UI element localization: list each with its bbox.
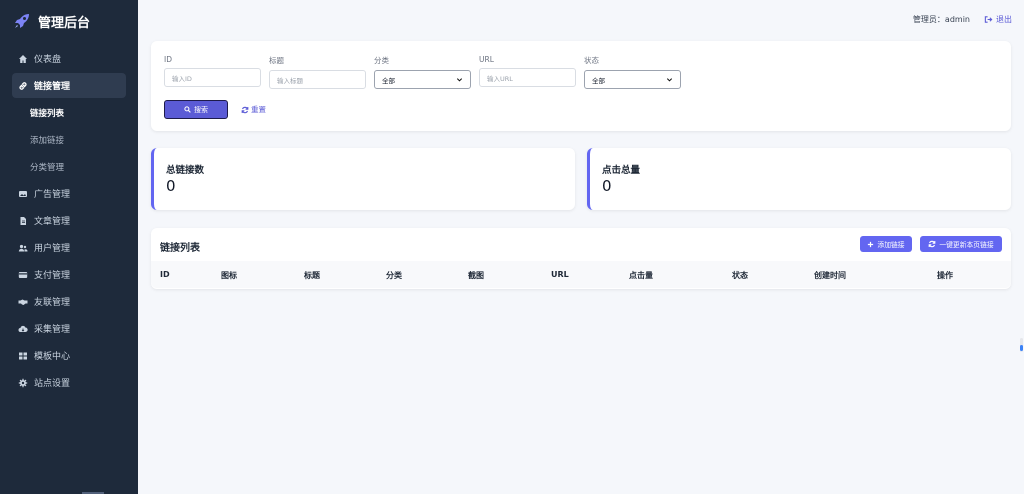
link-list-panel: 链接列表 添加链接 一键更新本页链接 ID 图标 标题 分类 截图 URL 点击… xyxy=(151,228,1011,289)
home-icon xyxy=(18,54,28,64)
sidebar-item-label: 支付管理 xyxy=(34,271,71,281)
column-header: ID xyxy=(160,270,170,279)
sidebar-item-friend-links[interactable]: 友联管理 xyxy=(12,289,126,314)
id-input[interactable]: 输入ID xyxy=(164,68,261,87)
category-select-value: 全部 xyxy=(382,76,395,85)
plus-icon xyxy=(868,241,874,247)
sidebar-item-articles[interactable]: 文章管理 xyxy=(12,208,126,233)
sidebar-item-site-settings[interactable]: 站点设置 xyxy=(12,370,126,395)
sidebar-item-dashboard[interactable]: 仪表盘 xyxy=(12,46,126,71)
logout-icon xyxy=(984,15,993,23)
column-header: 分类 xyxy=(386,271,402,280)
sidebar-item-users[interactable]: 用户管理 xyxy=(12,235,126,260)
column-header: 图标 xyxy=(221,271,237,280)
sidebar-item-label: 仪表盘 xyxy=(34,55,62,65)
gear-icon xyxy=(18,378,28,388)
brand-title: 管理后台 xyxy=(38,15,91,31)
sidebar-item-label: 站点设置 xyxy=(34,379,71,389)
admin-label: 管理员：admin xyxy=(912,14,970,24)
table-header: ID 图标 标题 分类 截图 URL 点击量 状态 创建时间 操作 xyxy=(151,261,1011,288)
category-filter-label: 分类 xyxy=(374,56,389,65)
users-icon xyxy=(18,243,28,253)
topbar: 管理员：admin 退出 xyxy=(138,0,1024,38)
status-filter: 状态 全部 xyxy=(584,55,681,89)
sidebar-subitem-add-link[interactable]: 添加链接 xyxy=(0,127,138,152)
status-select-value: 全部 xyxy=(592,76,605,85)
sidebar-item-ads[interactable]: 广告管理 xyxy=(12,181,126,206)
chevron-down-icon xyxy=(456,78,463,82)
url-input[interactable]: 输入URL xyxy=(479,68,576,87)
column-header: 操作 xyxy=(937,271,953,280)
sidebar-item-label: 模板中心 xyxy=(34,352,71,362)
sidebar-item-label: 文章管理 xyxy=(34,217,71,227)
column-header: 状态 xyxy=(732,271,748,280)
title-filter: 标题 输入标题 xyxy=(269,55,366,89)
id-filter-label: ID xyxy=(164,55,172,64)
link-icon xyxy=(18,81,28,91)
refresh-icon xyxy=(241,106,249,113)
stat-value: 0 xyxy=(166,177,176,195)
add-link-button[interactable]: 添加链接 xyxy=(860,236,912,252)
refresh-icon xyxy=(928,240,936,248)
scroll-indicator[interactable] xyxy=(1020,338,1023,352)
sidebar-item-label: 广告管理 xyxy=(34,190,71,200)
sidebar-nav: 仪表盘 链接管理 链接列表 添加链接 分类管理 广告管理 文章管理 用户管理 支… xyxy=(0,46,138,395)
column-header: 创建时间 xyxy=(814,271,846,280)
stat-card-total-links: 总链接数 0 xyxy=(151,148,575,210)
sidebar-subitem-link-list[interactable]: 链接列表 xyxy=(0,100,138,125)
logout-button[interactable]: 退出 xyxy=(984,14,1012,25)
sidebar-item-label: 用户管理 xyxy=(34,244,71,254)
sidebar-item-payments[interactable]: 支付管理 xyxy=(12,262,126,287)
search-icon xyxy=(184,106,191,113)
main-content: 管理员：admin 退出 ID 输入ID 标题 输入标题 分类 全部 URL 输… xyxy=(138,0,1024,494)
list-title: 链接列表 xyxy=(160,243,200,254)
credit-card-icon xyxy=(18,270,28,280)
title-input[interactable]: 输入标题 xyxy=(269,70,366,89)
column-header: 截图 xyxy=(468,271,484,280)
handshake-icon xyxy=(18,297,28,307)
search-button-label: 搜索 xyxy=(194,105,208,114)
title-filter-label: 标题 xyxy=(269,56,284,65)
stat-card-total-clicks: 点击总量 0 xyxy=(587,148,1011,210)
chevron-down-icon xyxy=(666,78,673,82)
search-button[interactable]: 搜索 xyxy=(164,100,228,119)
file-icon xyxy=(18,216,28,226)
sidebar-item-label: 链接管理 xyxy=(34,82,71,92)
status-select[interactable]: 全部 xyxy=(584,70,681,89)
url-filter: URL 输入URL xyxy=(479,55,576,87)
refresh-page-links-label: 一键更新本页链接 xyxy=(939,241,994,249)
brand[interactable]: 管理后台 xyxy=(0,0,138,42)
add-link-button-label: 添加链接 xyxy=(877,241,905,249)
status-filter-label: 状态 xyxy=(584,56,599,65)
filter-panel: ID 输入ID 标题 输入标题 分类 全部 URL 输入URL 状态 全部 搜索… xyxy=(151,41,1011,131)
grid-icon xyxy=(18,351,28,361)
rocket-icon xyxy=(12,11,32,31)
sidebar: 管理后台 仪表盘 链接管理 链接列表 添加链接 分类管理 广告管理 文章管理 用… xyxy=(0,0,138,494)
url-filter-label: URL xyxy=(479,55,494,64)
stat-value: 0 xyxy=(602,177,612,195)
sidebar-item-collection[interactable]: 采集管理 xyxy=(12,316,126,341)
reset-button[interactable]: 重置 xyxy=(241,100,266,119)
sidebar-item-templates[interactable]: 模板中心 xyxy=(12,343,126,368)
stat-title: 总链接数 xyxy=(166,165,205,176)
column-header: 标题 xyxy=(304,271,320,280)
sidebar-item-label: 友联管理 xyxy=(34,298,71,308)
logout-label: 退出 xyxy=(996,14,1012,24)
cloud-download-icon xyxy=(18,324,28,334)
category-select[interactable]: 全部 xyxy=(374,70,471,89)
refresh-page-links-button[interactable]: 一键更新本页链接 xyxy=(920,236,1002,252)
sidebar-item-links[interactable]: 链接管理 xyxy=(12,73,126,98)
id-filter: ID 输入ID xyxy=(164,55,261,87)
stat-title: 点击总量 xyxy=(602,165,641,176)
column-header: 点击量 xyxy=(629,271,653,280)
image-icon xyxy=(18,189,28,199)
column-header: URL xyxy=(551,270,569,279)
category-filter: 分类 全部 xyxy=(374,55,471,89)
reset-button-label: 重置 xyxy=(251,105,266,114)
sidebar-item-label: 采集管理 xyxy=(34,325,71,335)
sidebar-subitem-categories[interactable]: 分类管理 xyxy=(0,154,138,179)
